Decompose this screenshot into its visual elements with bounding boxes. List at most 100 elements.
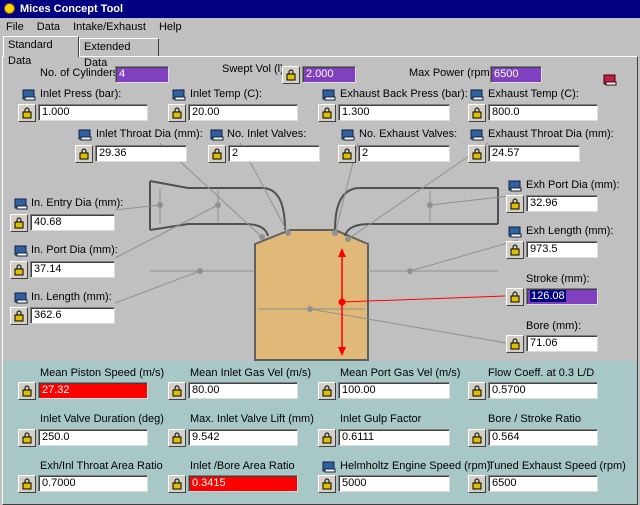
padlock-icon[interactable] [10,307,28,325]
flow-coeff-field[interactable]: 0.5700 [488,382,598,399]
padlock-icon[interactable] [506,195,524,213]
padlock-icon[interactable] [468,382,486,400]
padlock-icon[interactable] [168,104,186,122]
padlock-icon[interactable] [468,104,486,122]
padlock-icon[interactable] [168,429,186,447]
max-inlet-valve-lift-field[interactable]: 9.542 [188,429,298,446]
mean-piston-speed-field[interactable]: 27.32 [38,382,148,399]
inlet-gulp-field[interactable]: 0.6111 [338,429,450,446]
cylinder-body [254,229,369,361]
mean-inlet-gas-vel-label: Mean Inlet Gas Vel (m/s) [190,367,312,379]
bore-stroke-field[interactable]: 0.564 [488,429,598,446]
padlock-icon[interactable] [208,145,226,163]
inlet-throat-dia-label: Inlet Throat Dia (mm): [96,128,203,140]
padlock-icon[interactable] [18,104,36,122]
inlet-bore-area-field[interactable]: 0.3415 [188,475,298,492]
bore-field[interactable]: 71.06 [526,335,598,352]
book-icon[interactable] [322,461,336,473]
inlet-temp-field[interactable]: 20.00 [188,104,298,121]
helmholtz-field[interactable]: 5000 [338,475,450,492]
swept-vol-field[interactable]: 2.000 [302,66,356,83]
inlet-valve-duration-label: Inlet Valve Duration (deg) [40,413,164,425]
padlock-icon[interactable] [468,475,486,493]
inlet-valves-field[interactable]: 2 [228,145,320,162]
padlock-icon[interactable] [168,382,186,400]
book-icon[interactable] [210,129,224,141]
padlock-icon[interactable] [468,429,486,447]
exh-temp-label: Exhaust Temp (C): [488,88,579,100]
exh-inl-throat-field[interactable]: 0.7000 [38,475,148,492]
in-length-field[interactable]: 362.6 [30,307,115,324]
stroke-value: 126.08 [530,290,566,302]
padlock-icon[interactable] [75,145,93,163]
mean-port-gas-vel-label: Mean Port Gas Vel (m/s) [340,367,461,379]
book-icon[interactable] [14,245,28,257]
max-power-field[interactable]: 6500 [490,66,542,83]
padlock-icon[interactable] [506,335,524,353]
padlock-icon[interactable] [18,429,36,447]
exh-port-dia-label: Exh Port Dia (mm): [526,179,620,191]
padlock-icon[interactable] [318,104,336,122]
padlock-icon[interactable] [18,475,36,493]
exh-valves-field[interactable]: 2 [358,145,450,162]
inlet-gulp-label: Inlet Gulp Factor [340,413,422,425]
in-port-dia-label: In. Port Dia (mm): [31,244,118,256]
book-icon[interactable] [470,129,484,141]
in-entry-dia-field[interactable]: 40.68 [30,214,115,231]
book-icon[interactable] [14,292,28,304]
padlock-icon[interactable] [282,66,300,84]
padlock-icon[interactable] [468,145,486,163]
padlock-icon[interactable] [318,429,336,447]
mean-piston-speed-label: Mean Piston Speed (m/s) [40,367,165,379]
book-icon[interactable] [322,89,336,101]
book-icon[interactable] [508,180,522,192]
exh-length-field[interactable]: 973.5 [526,241,598,258]
inlet-valve-duration-field[interactable]: 250.0 [38,429,148,446]
book-icon[interactable] [22,89,36,101]
padlock-icon[interactable] [338,145,356,163]
padlock-icon[interactable] [10,214,28,232]
inlet-press-label: Inlet Press (bar): [40,88,122,100]
in-port-dia-field[interactable]: 37.14 [30,261,115,278]
stroke-field[interactable]: 126.08 [526,288,598,305]
inlet-press-field[interactable]: 1.000 [38,104,148,121]
exh-inl-throat-label: Exh/Inl Throat Area Ratio [40,460,163,472]
exh-port-dia-field[interactable]: 32.96 [526,195,598,212]
bore-label: Bore (mm): [526,320,581,332]
max-power-label: Max Power (rpm): [409,67,497,79]
flow-coeff-label: Flow Coeff. at 0.3 L/D [488,367,595,379]
padlock-icon[interactable] [318,475,336,493]
tab-standard-data[interactable]: Standard Data [3,36,79,67]
book-icon[interactable] [172,89,186,101]
inlet-temp-label: Inlet Temp (C): [190,88,262,100]
padlock-icon[interactable] [506,288,524,306]
inlet-throat-dia-field[interactable]: 29.36 [95,145,187,162]
padlock-icon[interactable] [168,475,186,493]
swept-vol-label: Swept Vol (l): [222,63,287,75]
cylinders-field[interactable]: 4 [115,66,169,83]
exh-back-press-field[interactable]: 1.300 [338,104,450,121]
book-icon[interactable] [78,129,92,141]
exh-back-press-label: Exhaust Back Press (bar): [340,88,468,100]
padlock-icon[interactable] [10,261,28,279]
exh-throat-dia-label: Exhaust Throat Dia (mm): [488,128,614,140]
mean-port-gas-vel-field[interactable]: 100.00 [338,382,450,399]
book-icon[interactable] [341,129,355,141]
exh-length-label: Exh Length (mm): [526,225,614,237]
cylinders-label: No. of Cylinders: [40,67,122,79]
padlock-icon[interactable] [18,382,36,400]
exh-throat-dia-field[interactable]: 24.57 [488,145,580,162]
tuned-exhaust-field[interactable]: 6500 [488,475,598,492]
exh-valves-label: No. Exhaust Valves: [359,128,458,140]
book-icon[interactable] [603,74,617,86]
padlock-icon[interactable] [318,382,336,400]
padlock-icon[interactable] [506,241,524,259]
book-icon[interactable] [508,226,522,238]
mean-inlet-gas-vel-field[interactable]: 80.00 [188,382,298,399]
exh-temp-field[interactable]: 800.0 [488,104,598,121]
inlet-bore-area-label: Inlet /Bore Area Ratio [190,460,295,472]
in-entry-dia-label: In. Entry Dia (mm): [31,197,124,209]
bore-stroke-label: Bore / Stroke Ratio [488,413,581,425]
book-icon[interactable] [14,198,28,210]
book-icon[interactable] [470,89,484,101]
